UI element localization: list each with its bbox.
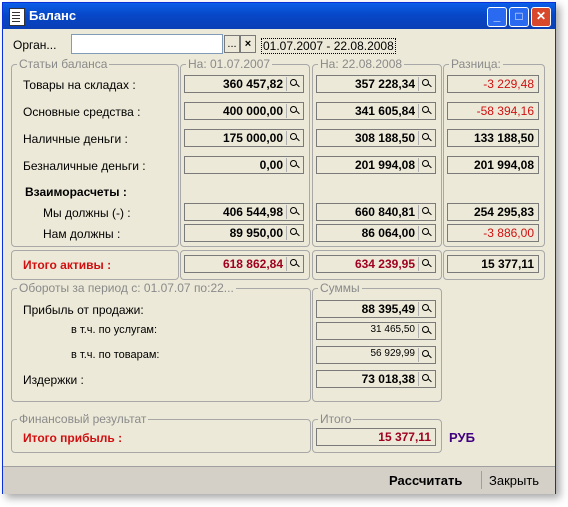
assets-diff-field: 15 377,11 [447, 255, 539, 273]
magnifier-icon[interactable] [286, 205, 302, 219]
difference-title: Разница: [449, 57, 503, 71]
turnover-label-goods: в т.ч. по товарам: [71, 349, 160, 361]
organ-clear-button[interactable]: × [240, 35, 256, 53]
settlements-heading: Взаиморасчеты : [25, 185, 127, 199]
window-title: Баланс [29, 8, 77, 23]
magnifier-icon[interactable] [418, 77, 434, 91]
turnover-label-sales-profit: Прибыль от продажи: [23, 303, 144, 317]
close-button[interactable]: Закрыть [489, 473, 539, 488]
row-label-cash: Наличные деньги : [23, 132, 128, 146]
organ-select-button[interactable]: ... [224, 35, 240, 53]
noncash-diff-field: 201 994,08 [447, 156, 539, 174]
end-date-title: На: 22.08.2008 [318, 57, 405, 71]
document-icon [9, 8, 25, 26]
bottom-bar: Рассчитать Закрыть [3, 466, 555, 494]
magnifier-icon[interactable] [418, 324, 434, 338]
row-label-owed-to-us: Нам должны : [43, 227, 121, 241]
row-label-we-owe: Мы должны (-) : [43, 206, 131, 220]
sums-title: Суммы [318, 281, 362, 295]
magnifier-icon[interactable] [418, 131, 434, 145]
organ-input[interactable] [71, 34, 223, 54]
period-link[interactable]: 01.07.2007 - 22.08.2008 [261, 38, 396, 54]
row-label-noncash: Безналичные деньги : [23, 159, 146, 173]
goods-start-field: 360 457,82 [184, 75, 304, 93]
services-field: 31 465,50 [316, 322, 436, 340]
goods-end-field: 357 228,34 [316, 75, 436, 93]
assets-total-label: Итого активы : [23, 258, 112, 272]
title-bar[interactable]: Баланс _ □ ✕ [3, 3, 555, 29]
owed-start-field: 89 950,00 [184, 224, 304, 242]
minimize-button[interactable]: _ [487, 7, 507, 27]
noncash-start-field: 0,00 [184, 156, 304, 174]
magnifier-icon[interactable] [418, 226, 434, 240]
button-divider [481, 471, 482, 489]
magnifier-icon[interactable] [418, 348, 434, 362]
turnover-label-services: в т.ч. по услугам: [71, 324, 158, 336]
financial-result-title: Финансовый результат [17, 412, 149, 426]
cash-end-field: 308 188,50 [316, 129, 436, 147]
fixed-assets-start-field: 400 000,00 [184, 102, 304, 120]
we-owe-start-field: 406 544,98 [184, 203, 304, 221]
row-label-fixed-assets: Основные средства : [23, 105, 141, 119]
assets-end-field: 634 239,95 [316, 255, 436, 273]
noncash-end-field: 201 994,08 [316, 156, 436, 174]
organ-label: Орган... [13, 38, 57, 52]
owed-diff-field: -3 886,00 [447, 224, 539, 242]
we-owe-diff-field: 254 295,83 [447, 203, 539, 221]
goods-turnover-field: 56 929,99 [316, 346, 436, 364]
calculate-button[interactable]: Рассчитать [389, 473, 462, 488]
maximize-button[interactable]: □ [509, 7, 529, 27]
profit-total-field: 15 377,11 [316, 428, 436, 446]
magnifier-icon[interactable] [418, 257, 434, 271]
magnifier-icon[interactable] [286, 226, 302, 240]
expenses-field: 73 018,38 [316, 370, 436, 388]
sales-profit-field: 88 395,49 [316, 300, 436, 318]
magnifier-icon[interactable] [418, 205, 434, 219]
balance-window: Баланс _ □ ✕ Орган... ... × 01.07.2007 -… [2, 2, 556, 494]
cash-diff-field: 133 188,50 [447, 129, 539, 147]
magnifier-icon[interactable] [418, 104, 434, 118]
magnifier-icon[interactable] [286, 77, 302, 91]
start-date-title: На: 01.07.2007 [186, 57, 273, 71]
goods-diff-field: -3 229,48 [447, 75, 539, 93]
owed-end-field: 86 064,00 [316, 224, 436, 242]
assets-start-field: 618 862,84 [184, 255, 304, 273]
magnifier-icon[interactable] [418, 302, 434, 316]
magnifier-icon[interactable] [286, 158, 302, 172]
magnifier-icon[interactable] [286, 257, 302, 271]
we-owe-end-field: 660 840,81 [316, 203, 436, 221]
magnifier-icon[interactable] [418, 372, 434, 386]
close-window-button[interactable]: ✕ [531, 7, 551, 27]
total-title: Итого [318, 412, 354, 426]
turnover-label-expenses: Издержки : [23, 373, 84, 387]
currency-label: РУБ [449, 430, 475, 445]
turnover-title: Обороты за период с: 01.07.07 по:22... [17, 281, 236, 295]
magnifier-icon[interactable] [418, 158, 434, 172]
balance-items-title: Статьи баланса [17, 57, 110, 71]
fixed-assets-diff-field: -58 394,16 [447, 102, 539, 120]
cash-start-field: 175 000,00 [184, 129, 304, 147]
magnifier-icon[interactable] [286, 131, 302, 145]
magnifier-icon[interactable] [286, 104, 302, 118]
fixed-assets-end-field: 341 605,84 [316, 102, 436, 120]
row-label-goods: Товары на складах : [23, 78, 136, 92]
profit-total-label: Итого прибыль : [23, 431, 123, 445]
